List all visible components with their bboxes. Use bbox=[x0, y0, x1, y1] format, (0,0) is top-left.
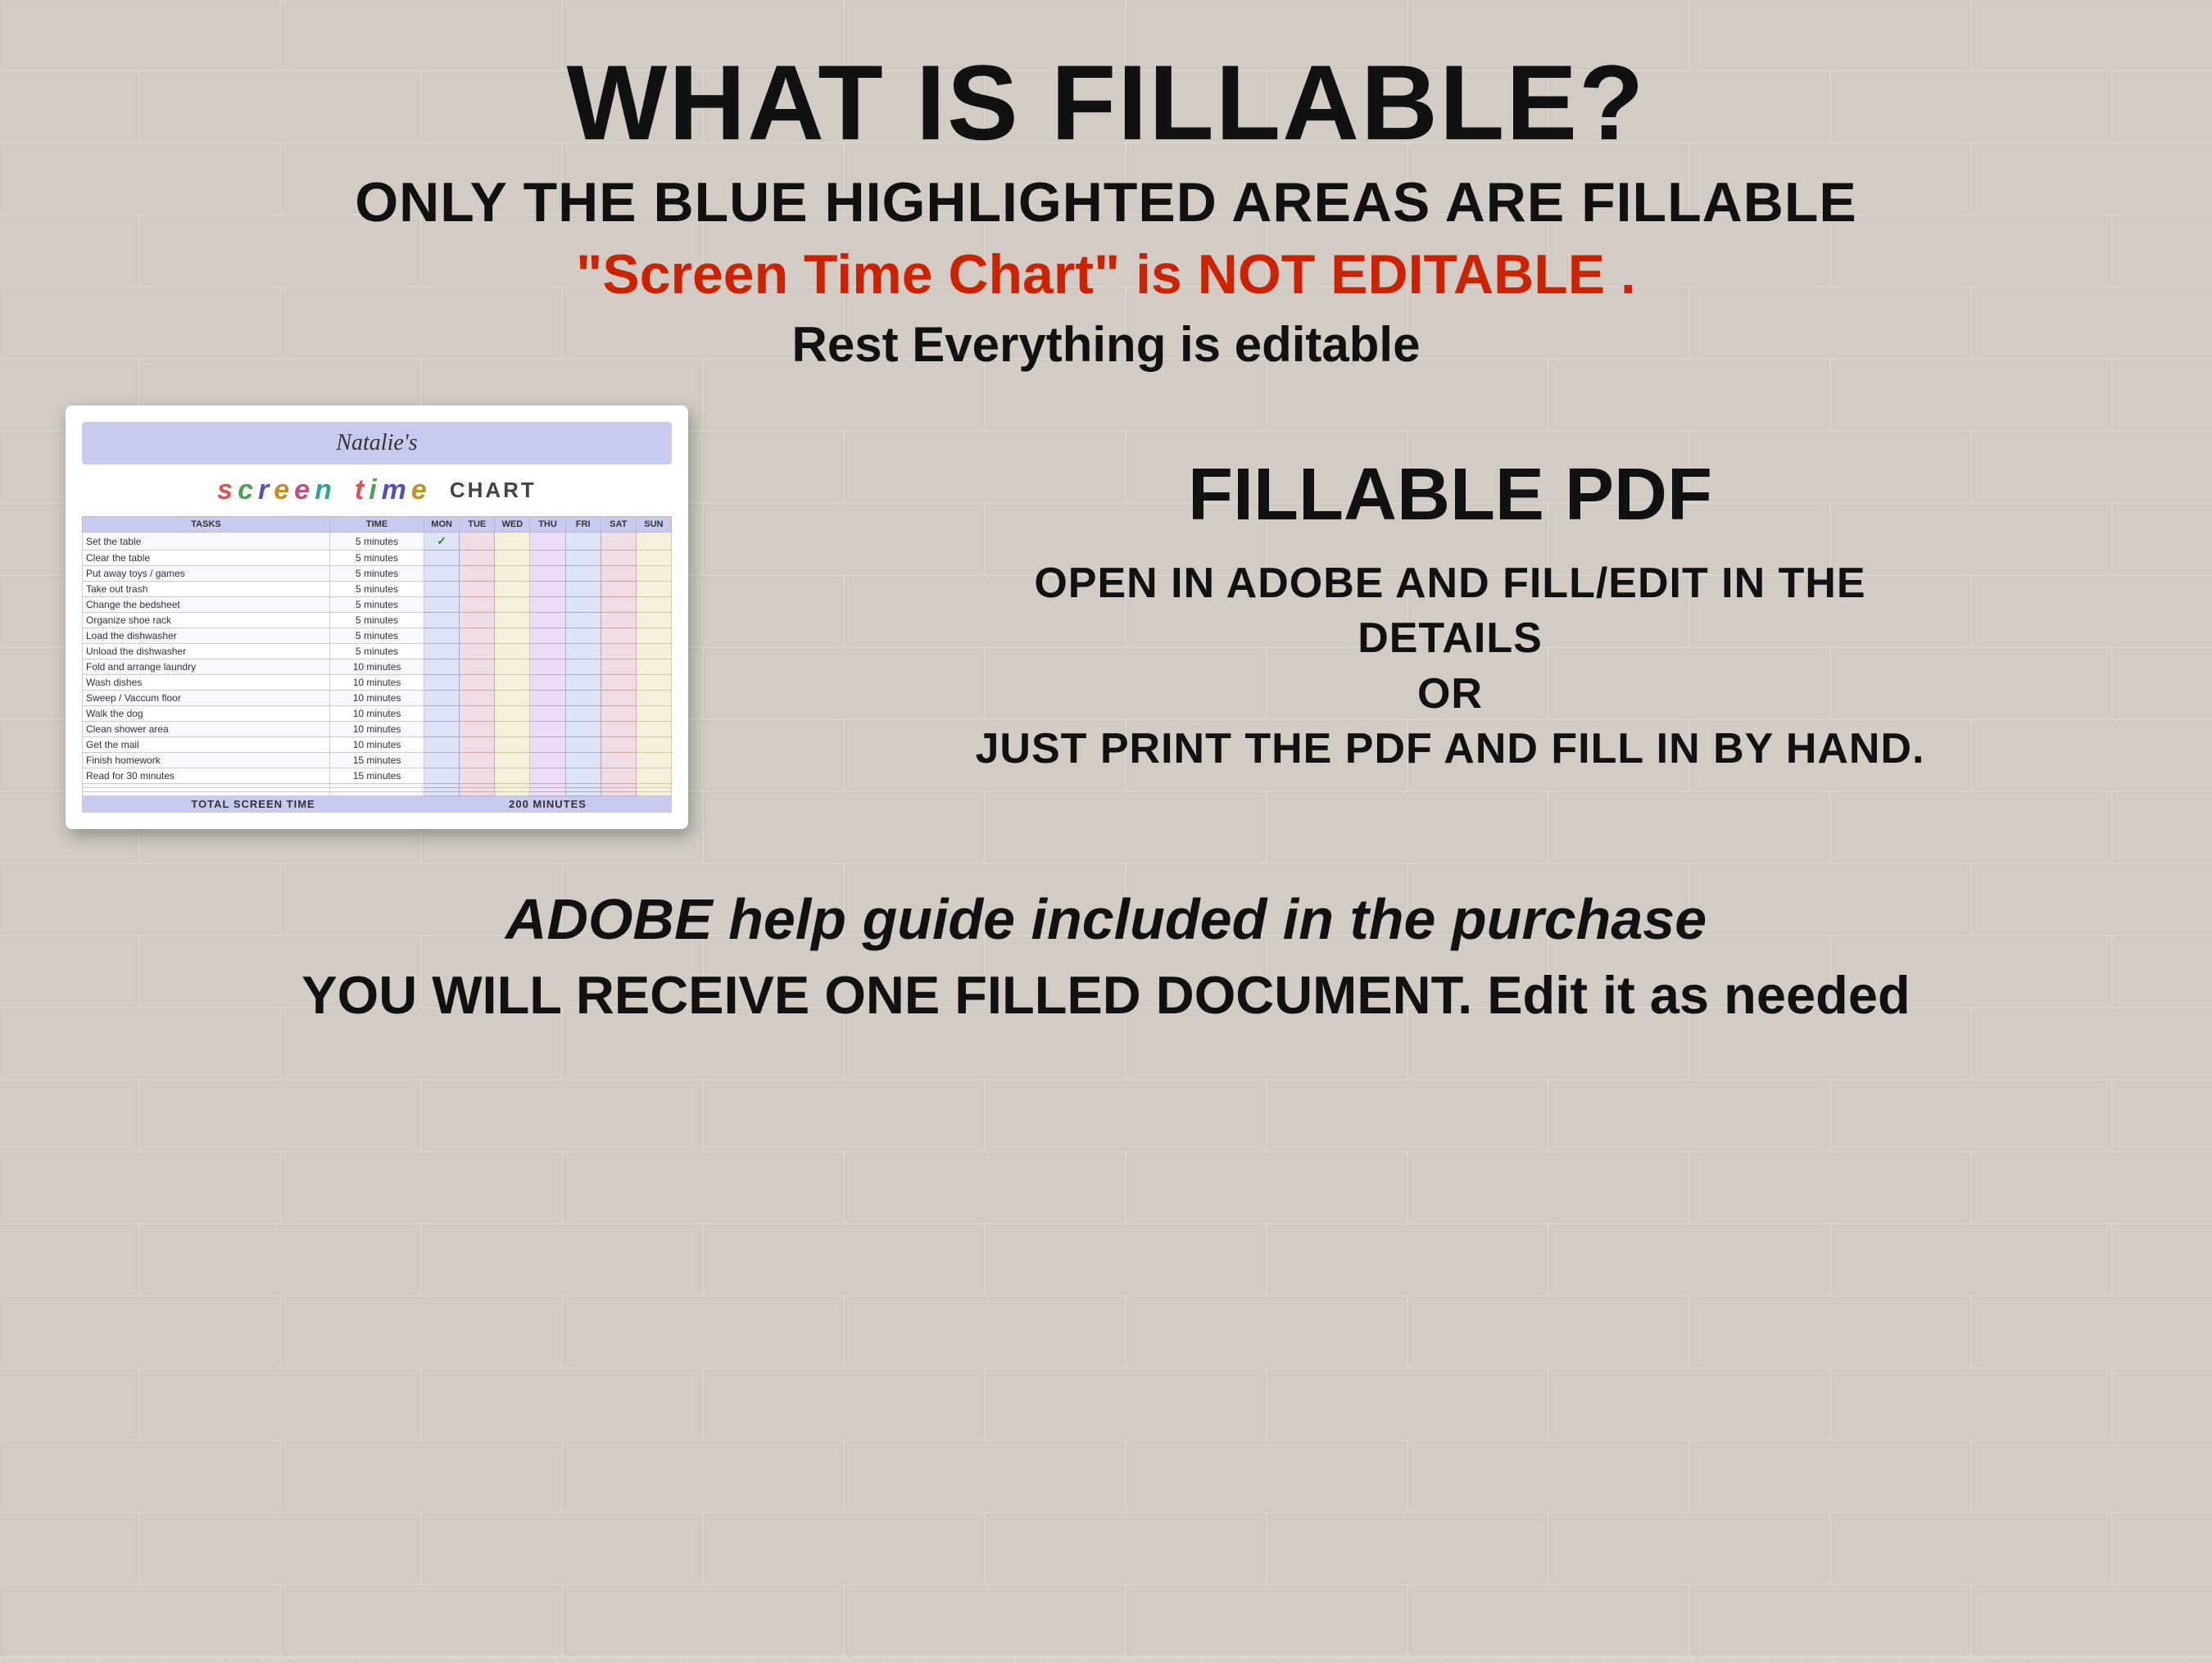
pdf-preview-card: Natalie's screen time CHART TASKS TIME M… bbox=[66, 406, 688, 829]
table-row: Walk the dog bbox=[83, 706, 330, 722]
page-main-title: WHAT IS FILLABLE? bbox=[567, 49, 1646, 156]
right-info-panel: FILLABLE PDF OPEN IN ADOBE AND FILL/EDIT… bbox=[754, 458, 2146, 777]
pdf-chart-name: Natalie's bbox=[336, 430, 417, 455]
col-header-fri: FRI bbox=[565, 517, 601, 532]
title-e3: e bbox=[411, 474, 427, 506]
col-header-sun: SUN bbox=[636, 517, 671, 532]
col-header-thu: THU bbox=[530, 517, 565, 532]
table-row: Clear the table bbox=[83, 551, 330, 566]
pdf-name-bar: Natalie's bbox=[82, 422, 672, 464]
table-row: Load the dishwasher bbox=[83, 628, 330, 644]
table-row: Read for 30 minutes bbox=[83, 768, 330, 784]
title-r: r bbox=[258, 474, 269, 506]
col-header-time: TIME bbox=[330, 517, 424, 532]
footer-value: 200 MINUTES bbox=[424, 796, 672, 813]
pdf-task-table: TASKS TIME MON TUE WED THU FRI SAT SUN S… bbox=[82, 516, 672, 813]
bottom-line-1: ADOBE help guide included in the purchas… bbox=[66, 886, 2146, 952]
subtitle-text: ONLY THE BLUE HIGHLIGHTED AREAS ARE FILL… bbox=[355, 172, 1856, 233]
col-header-tasks: TASKS bbox=[83, 517, 330, 532]
table-row: Finish homework bbox=[83, 753, 330, 768]
col-header-tue: TUE bbox=[460, 517, 495, 532]
table-row: Fold and arrange laundry bbox=[83, 659, 330, 675]
pdf-title-row: screen time CHART bbox=[82, 471, 672, 510]
title-n: n bbox=[315, 474, 332, 506]
title-e2: e bbox=[294, 474, 310, 506]
not-editable-text: "Screen Time Chart" is NOT EDITABLE . bbox=[576, 242, 1636, 309]
title-t: t bbox=[355, 474, 364, 506]
table-row: Get the mail bbox=[83, 737, 330, 753]
rest-editable-text: Rest Everything is editable bbox=[792, 316, 1421, 373]
table-row: Unload the dishwasher bbox=[83, 644, 330, 659]
table-row: Change the bedsheet bbox=[83, 597, 330, 613]
table-row: Organize shoe rack bbox=[83, 613, 330, 628]
col-header-mon: MON bbox=[424, 517, 460, 532]
table-row: Set the table bbox=[83, 532, 330, 551]
table-row: Sweep / Vaccum floor bbox=[83, 691, 330, 706]
title-i: i bbox=[369, 474, 376, 506]
title-c: c bbox=[238, 474, 253, 506]
bottom-section: ADOBE help guide included in the purchas… bbox=[66, 886, 2146, 1026]
table-row: Wash dishes bbox=[83, 675, 330, 691]
col-header-wed: WED bbox=[495, 517, 530, 532]
table-row: Take out trash bbox=[83, 582, 330, 597]
bottom-line-2: YOU WILL RECEIVE ONE FILLED DOCUMENT. Ed… bbox=[66, 964, 2146, 1026]
title-e: e bbox=[274, 474, 289, 506]
table-row: Put away toys / games bbox=[83, 566, 330, 582]
footer-label: TOTAL SCREEN TIME bbox=[83, 796, 424, 813]
title-chart-label: CHART bbox=[450, 478, 537, 503]
title-m2: m bbox=[382, 474, 406, 506]
fillable-pdf-label: FILLABLE PDF bbox=[1188, 458, 1712, 532]
table-row: Clean shower area bbox=[83, 722, 330, 737]
right-description: OPEN IN ADOBE AND FILL/EDIT IN THE DETAI… bbox=[976, 556, 1925, 777]
col-header-sat: SAT bbox=[601, 517, 636, 532]
title-s: s bbox=[217, 474, 233, 506]
